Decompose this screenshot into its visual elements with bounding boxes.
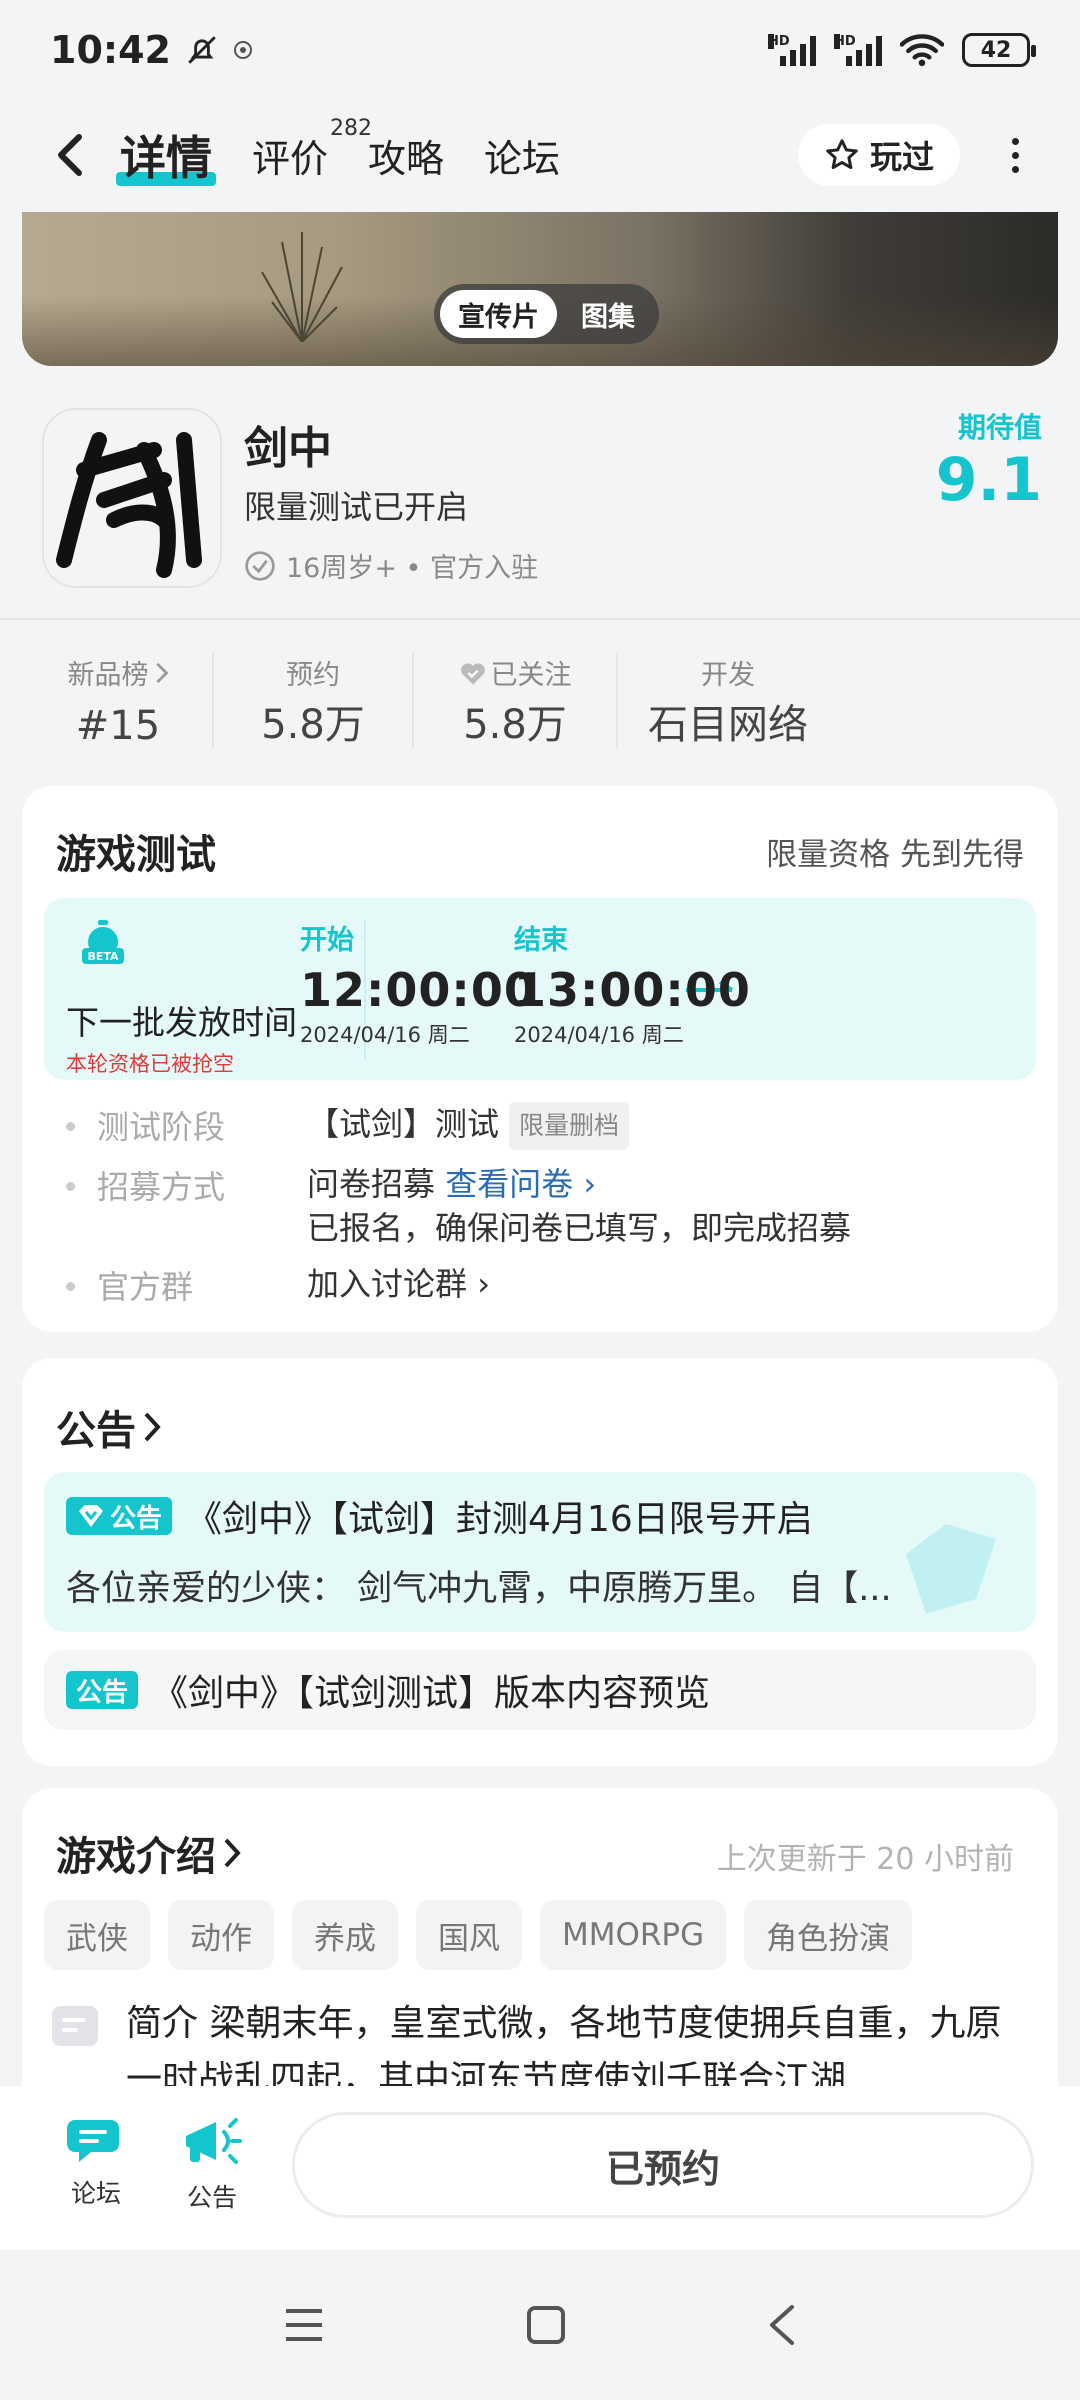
test-note: 限量资格 先到先得: [766, 836, 1024, 873]
intro-title[interactable]: 游戏介绍: [56, 1824, 242, 1882]
star-icon: [826, 139, 858, 170]
announcement-button[interactable]: 公告: [172, 2114, 252, 2214]
chevron-right-icon: [144, 1412, 161, 1442]
test-stage-row: 测试阶段 【试剑】测试 限量删档: [66, 1102, 1018, 1150]
test-schedule: BETA 下一批发放时间 本轮资格已被抢空 开始 12:00:00 2024/0…: [44, 898, 1036, 1080]
forum-button[interactable]: 论坛: [56, 2114, 136, 2210]
played-button[interactable]: 玩过: [797, 124, 960, 186]
reserved-button[interactable]: 已预约: [292, 2112, 1034, 2218]
gallery-tab[interactable]: 图集: [563, 290, 653, 338]
chevron-right-icon: [155, 662, 168, 683]
home-icon[interactable]: [526, 2305, 566, 2345]
stats-row: 新品榜 #15 预约 5.8万 已关注 5.8万 开发 石目网络: [0, 618, 1080, 782]
tab-reviews[interactable]: 评价 282: [252, 116, 372, 183]
verified-check-icon: [245, 550, 275, 581]
game-meta: 16周岁+ • 官方入驻: [244, 546, 538, 585]
game-test-card: 游戏测试 限量资格 先到先得 BETA 下一批发放时间 本轮资格已被抢空 开始 …: [22, 786, 1058, 1332]
official-group-row: 官方群 加入讨论群 ›: [66, 1262, 1018, 1308]
announcement-badge: 公告: [66, 1497, 173, 1535]
document-icon: [52, 2006, 98, 2046]
announcement-title: 《剑中》【试剑测试】版本内容预览: [152, 1673, 711, 1714]
promo-video-tab[interactable]: 宣传片: [440, 290, 557, 338]
beta-label: BETA: [87, 950, 119, 963]
qualification-status: 本轮资格已被抢空: [66, 1052, 234, 1076]
tag-chip[interactable]: 动作: [168, 1900, 274, 1970]
signal-icon: HD: [768, 34, 816, 66]
game-app-icon: [44, 410, 220, 586]
last-updated: 上次更新于 20 小时前: [716, 1842, 1014, 1877]
announcement-item[interactable]: 公告 《剑中》【试剑】封测4月16日限号开启 各位亲爱的少侠： 剑气冲九霄，中原…: [44, 1472, 1036, 1632]
recruit-row: 招募方式 问卷招募 查看问卷 › 已报名，确保问卷已填写，即完成招募: [66, 1162, 1018, 1250]
announcement-badge: 公告: [66, 1671, 139, 1709]
tag-chip[interactable]: MMORPG: [540, 1900, 727, 1970]
stat-new-rank[interactable]: 新品榜 #15: [24, 653, 214, 749]
chevron-right-icon: [224, 1838, 241, 1868]
test-details: 测试阶段 【试剑】测试 限量删档 招募方式 问卷招募 查看问卷 › 已报名，确保问…: [66, 1102, 1018, 1320]
battery-indicator: 42: [962, 33, 1036, 67]
beta-stopwatch-icon: BETA: [82, 920, 124, 964]
system-navigation-bar: [0, 2250, 1080, 2400]
clock: 10:42: [50, 28, 171, 72]
watermark-logo: [906, 1524, 996, 1614]
wifi-icon: [900, 34, 944, 67]
view-questionnaire-link[interactable]: 查看问卷 ›: [445, 1165, 596, 1203]
more-options-button[interactable]: [990, 137, 1040, 173]
stat-reservations: 预约 5.8万: [214, 653, 414, 749]
announcement-title: 《剑中》【试剑】封测4月16日限号开启: [186, 1499, 813, 1540]
status-bar: 10:42 HD HD 42: [0, 0, 1080, 100]
test-end: 结束 13:00:00 2024/04/16 周二: [514, 925, 751, 1047]
expectation-score: 期待值 9.1: [935, 411, 1042, 515]
diamond-heart-icon: [79, 1505, 103, 1527]
announcements-card: 公告 公告 《剑中》【试剑】封测4月16日限号开启 各位亲爱的少侠： 剑气冲九霄…: [22, 1358, 1058, 1766]
mute-bell-icon: [188, 36, 216, 64]
top-navigation: 详情 评价 282 攻略 论坛 玩过: [0, 100, 1080, 210]
tab-bar: 详情 评价 282 攻略 论坛: [116, 116, 798, 188]
media-type-toggle: 宣传片 图集: [434, 284, 659, 344]
signal-icon-2: HD: [834, 34, 882, 66]
game-header: 剑中 限量测试已开启 16周岁+ • 官方入驻 期待值 9.1: [0, 366, 1080, 618]
tab-details[interactable]: 详情: [116, 122, 216, 188]
test-start: 开始 12:00:00 2024/04/16 周二: [300, 925, 537, 1047]
tag-chip[interactable]: 角色扮演: [744, 1900, 913, 1970]
stat-developer[interactable]: 开发 石目网络: [618, 653, 838, 749]
game-subtitle: 限量测试已开启: [244, 488, 469, 526]
game-name: 剑中: [244, 423, 332, 474]
tag-chip[interactable]: 武侠: [44, 1900, 150, 1970]
back-arrow-icon: [58, 134, 82, 176]
announcement-preview: 各位亲爱的少侠： 剑气冲九霄，中原腾万里。 自【...: [66, 1569, 892, 1609]
heart-check-icon: [460, 662, 485, 685]
tag-chip[interactable]: 国风: [416, 1900, 522, 1970]
chat-bubble-icon: [67, 2120, 119, 2162]
menu-icon[interactable]: [282, 2305, 326, 2345]
tab-guides[interactable]: 攻略: [368, 128, 444, 183]
join-group-link[interactable]: 加入讨论群 ›: [307, 1262, 490, 1308]
recruit-note: 已报名，确保问卷已填写，即完成招募: [307, 1209, 852, 1247]
next-batch-label: 下一批发放时间: [66, 1003, 297, 1042]
tab-forum[interactable]: 论坛: [484, 128, 560, 183]
game-intro-card: 游戏介绍 上次更新于 20 小时前 武侠 动作 养成 国风 MMORPG 角色扮…: [22, 1788, 1058, 2128]
media-banner[interactable]: 宣传片 图集: [22, 212, 1058, 366]
review-count: 282: [330, 115, 373, 141]
system-back-icon[interactable]: [766, 2303, 798, 2347]
announcement-item[interactable]: 公告 《剑中》【试剑测试】版本内容预览: [44, 1650, 1036, 1730]
megaphone-icon: [186, 2118, 242, 2164]
test-title: 游戏测试: [56, 832, 216, 878]
tag-list: 武侠 动作 养成 国风 MMORPG 角色扮演: [44, 1900, 913, 1970]
tag-chip[interactable]: 养成: [292, 1900, 398, 1970]
hotspot-icon: [233, 41, 252, 59]
bottom-action-bar: 论坛 公告 已预约: [0, 2086, 1080, 2250]
stage-tag: 限量删档: [509, 1102, 630, 1150]
announcements-title[interactable]: 公告: [56, 1398, 162, 1456]
banner-artwork: [261, 232, 343, 342]
stat-followers[interactable]: 已关注 5.8万: [414, 653, 618, 749]
back-button[interactable]: [40, 125, 100, 185]
